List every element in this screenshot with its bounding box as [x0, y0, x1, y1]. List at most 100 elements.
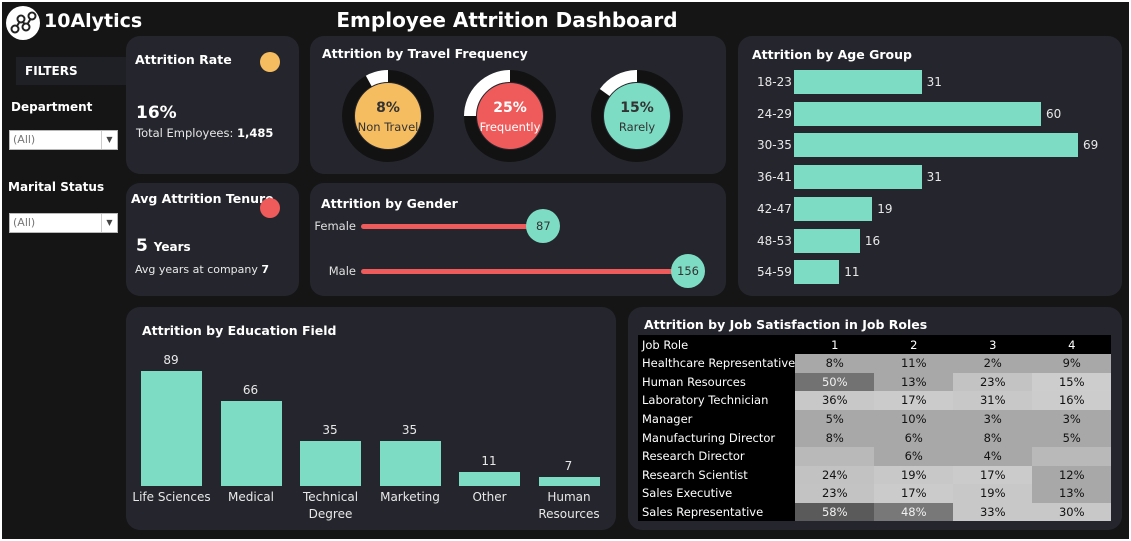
education-label: Technical Degree [302, 490, 359, 521]
education-label: Other [472, 490, 507, 504]
department-filter-label: Department [11, 100, 93, 114]
satisfaction-cell: 6% [874, 446, 954, 466]
marital-status-dropdown[interactable]: (All) ▼ [9, 213, 118, 233]
chevron-down-icon[interactable]: ▼ [101, 131, 117, 149]
total-employees-text: Total Employees: 1,485 [136, 126, 273, 140]
satisfaction-column-header: 1 [795, 335, 875, 354]
satisfaction-cell: 33% [953, 502, 1033, 522]
table-row: Research Director 6% 4% [638, 446, 1112, 466]
age-group-label: 30-35 [757, 138, 792, 153]
satisfaction-cell: 9% [1032, 354, 1112, 373]
job-role-cell: Manager [638, 409, 796, 429]
marital-status-filter-label: Marital Status [8, 180, 105, 194]
education-value: 89 [163, 353, 179, 367]
age-group-label: 18-23 [757, 75, 792, 89]
gender-label: Female [314, 219, 356, 233]
job-role-cell: Sales Executive [638, 484, 796, 503]
job-role-cell: Laboratory Technician [638, 391, 796, 410]
satisfaction-cell: 3% [1032, 409, 1112, 429]
age-group-value: 31 [926, 75, 942, 89]
job-role-cell: Healthcare Representative [638, 354, 796, 373]
travel-frequency-title: Attrition by Travel Frequency [322, 46, 528, 61]
education-bar [141, 371, 202, 486]
satisfaction-cell: 11% [874, 354, 954, 373]
age-group-label: 42-47 [757, 201, 792, 216]
satisfaction-cell: 13% [874, 372, 954, 392]
education-value: 35 [322, 422, 338, 437]
satisfaction-cell: 19% [953, 484, 1033, 503]
age-group-value: 11 [844, 265, 860, 280]
donut-arc [365, 70, 389, 87]
age-group-bar [794, 70, 922, 94]
gender-value-bubble: 156 [671, 254, 705, 288]
education-value: 7 [564, 458, 573, 473]
travel-donut-pct: 25% [493, 100, 527, 116]
donut-center [477, 83, 543, 149]
satisfaction-cell: 48% [874, 502, 954, 522]
department-dropdown[interactable]: (All) ▼ [9, 130, 118, 150]
satisfaction-cell: 3% [953, 409, 1033, 429]
education-value: 11 [481, 453, 497, 468]
travel-frequency-card: Attrition by Travel Frequency 8% Non Trav… [310, 36, 726, 174]
gender-title: Attrition by Gender [321, 196, 458, 211]
age-group-bar [794, 196, 873, 221]
filters-heading: FILTERS [16, 57, 128, 85]
total-employees-label: Total Employees: [136, 126, 234, 140]
job-role-cell: Research Scientist [638, 465, 796, 485]
age-group-label: 54-59 [757, 265, 792, 280]
travel-donut-ring [464, 70, 556, 162]
table-row: Healthcare Representative 8% 11% 2% 9% [638, 354, 1112, 373]
satisfaction-cell: 8% [795, 428, 875, 447]
travel-donut: 8% Non Travel [342, 70, 434, 162]
satisfaction-cell: 5% [1032, 428, 1112, 447]
table-row: Sales Representative 58% 48% 33% 30% [638, 502, 1112, 522]
satisfaction-cell: 50% [795, 372, 875, 392]
satisfaction-cell: 2% [953, 354, 1033, 373]
satisfaction-cell: 19% [874, 465, 954, 485]
satisfaction-column-header: 4 [1032, 335, 1112, 354]
age-group-value: 60 [1045, 106, 1062, 121]
satisfaction-cell: 31% [953, 391, 1033, 410]
satisfaction-cell: 36% [795, 391, 875, 410]
satisfaction-cell: 8% [953, 428, 1033, 447]
dashboard-frame: 10Alytics Employee Attrition Dashboard F… [2, 2, 1129, 539]
education-label: Human Resources [538, 490, 600, 521]
travel-donut-ring [591, 70, 683, 162]
avg-tenure-indicator-icon [260, 198, 280, 218]
table-header-row: Job Role 1 2 3 4 [638, 335, 1112, 354]
satisfaction-cell: 17% [874, 391, 954, 410]
satisfaction-cell: 4% [953, 446, 1033, 466]
satisfaction-cell: 58% [795, 502, 875, 522]
education-card: Attrition by Education Field 89 Life Scie… [126, 307, 616, 530]
age-group-bar [794, 228, 860, 253]
table-row: Manager 5% 10% 3% 3% [638, 409, 1112, 429]
donut-center [355, 83, 421, 149]
satisfaction-cell: 16% [1032, 391, 1112, 410]
age-group-label: 48-53 [757, 233, 792, 248]
satisfaction-cell: 15% [1032, 372, 1112, 392]
page-title: Employee Attrition Dashboard [336, 8, 678, 32]
gender-label: Male [328, 264, 356, 278]
table-row: Laboratory Technician 36% 17% 31% 16% [638, 391, 1112, 410]
department-dropdown-value: (All) [13, 133, 36, 146]
table-row: Human Resources 50% 13% 23% 15% [638, 372, 1112, 392]
avg-tenure-value-row: 5 Years [136, 236, 191, 256]
chevron-down-icon[interactable]: ▼ [101, 214, 117, 232]
job-satisfaction-title: Attrition by Job Satisfaction in Job Rol… [644, 317, 928, 332]
education-bar [459, 471, 520, 486]
age-group-card: Attrition by Age Group 18-23 31 24-29 60 30-… [738, 36, 1122, 296]
avg-tenure-title: Avg Attrition Tenure [131, 191, 274, 206]
avg-tenure-value: 5 [136, 236, 148, 256]
travel-donut-pct: 15% [620, 100, 654, 116]
age-group-value: 19 [877, 201, 893, 216]
gender-value-bubble: 87 [526, 209, 561, 243]
age-group-value: 16 [864, 233, 881, 248]
age-group-value: 31 [926, 170, 942, 185]
education-bar [300, 440, 361, 486]
gender-bar [361, 223, 544, 229]
travel-donut-label: Non Travel [357, 120, 419, 134]
travel-donut: 15% Rarely [591, 70, 683, 162]
age-group-bar [794, 101, 1041, 126]
education-label: Life Sciences [132, 490, 211, 504]
marital-status-dropdown-value: (All) [13, 216, 36, 229]
